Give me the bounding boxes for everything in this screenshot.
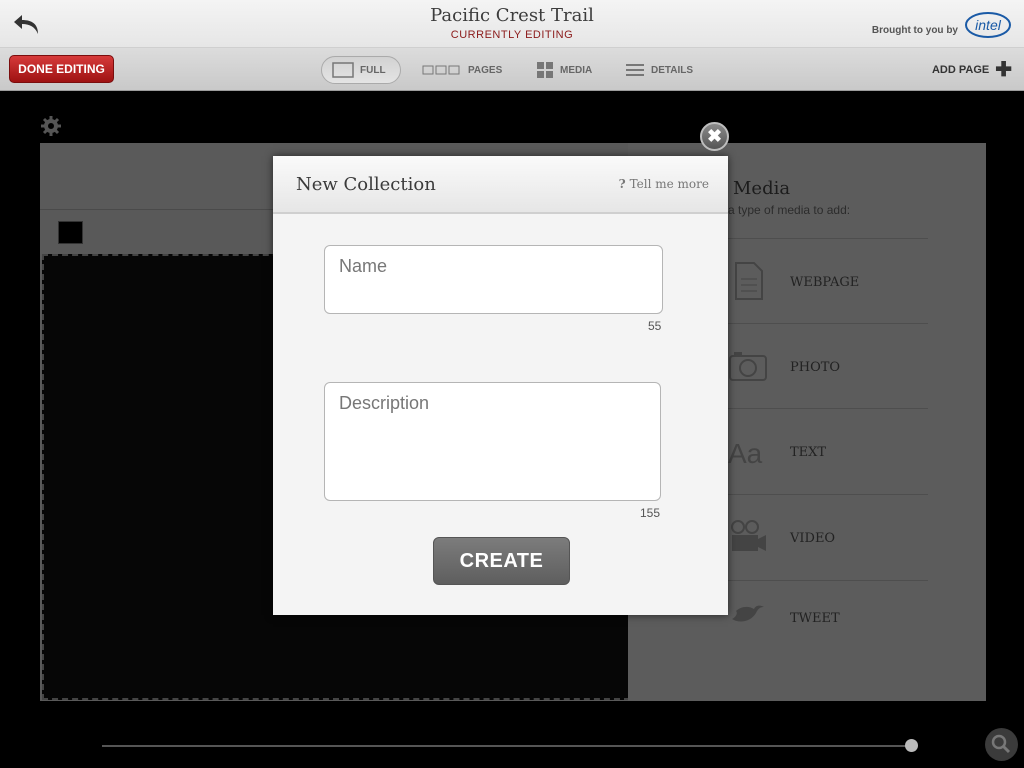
view-full-label: FULL bbox=[360, 64, 386, 76]
video-camera-icon bbox=[731, 520, 766, 551]
intel-logo: intel bbox=[965, 12, 1011, 38]
name-field-wrapper bbox=[324, 245, 663, 314]
tell-me-more-label: Tell me more bbox=[629, 177, 709, 191]
search-icon[interactable] bbox=[985, 728, 1018, 761]
name-char-counter: 55 bbox=[648, 319, 662, 333]
media-item-label: PHOTO bbox=[790, 360, 841, 375]
media-panel-subtitle: a type of media to add: bbox=[728, 203, 851, 217]
gear-icon[interactable] bbox=[41, 116, 61, 136]
full-view-icon bbox=[332, 62, 354, 78]
description-input[interactable] bbox=[325, 383, 660, 500]
zoom-slider-thumb[interactable] bbox=[905, 739, 918, 752]
add-page-label: ADD PAGE bbox=[931, 64, 990, 76]
dialog-header: New Collection ? Tell me more bbox=[273, 156, 728, 214]
view-media-label: MEDIA bbox=[560, 64, 593, 76]
camera-icon bbox=[729, 352, 767, 381]
media-panel-title: Media bbox=[733, 178, 791, 199]
media-item-label: TEXT bbox=[790, 445, 827, 460]
view-full-button[interactable]: FULL bbox=[321, 56, 401, 84]
view-pages-label: PAGES bbox=[468, 64, 503, 76]
svg-text:Aa: Aa bbox=[728, 438, 763, 469]
zoom-slider-track[interactable] bbox=[102, 745, 912, 747]
name-input[interactable] bbox=[325, 246, 662, 313]
media-item-label: TWEET bbox=[790, 611, 840, 626]
media-item-label: VIDEO bbox=[790, 531, 836, 546]
editing-status: CURRENTLY EDITING bbox=[450, 29, 574, 41]
toolbar: DONE EDITING FULL PAGES MEDIA DETAILS AD… bbox=[0, 48, 1024, 91]
details-view-icon bbox=[626, 64, 644, 76]
pages-view-icon bbox=[422, 65, 460, 75]
svg-text:intel: intel bbox=[975, 17, 1002, 33]
view-details-label: DETAILS bbox=[651, 64, 694, 76]
tell-me-more-link[interactable]: ? Tell me more bbox=[619, 177, 709, 191]
media-view-icon bbox=[537, 62, 553, 78]
view-media-button[interactable]: MEDIA bbox=[536, 56, 592, 84]
media-item-label: WEBPAGE bbox=[790, 275, 860, 290]
new-collection-dialog: New Collection ?Tell me more 55 155 CREA… bbox=[273, 156, 728, 615]
plus-icon: ✚ bbox=[995, 59, 1012, 81]
close-icon[interactable]: ✖ bbox=[700, 122, 729, 151]
view-pages-button[interactable]: PAGES bbox=[422, 56, 502, 84]
help-icon: ? bbox=[618, 177, 626, 191]
create-button[interactable]: CREATE bbox=[433, 537, 570, 585]
webpage-icon bbox=[735, 262, 763, 300]
sponsor-text: Brought to you by bbox=[871, 25, 958, 36]
add-page-button[interactable]: ADD PAGE ✚ bbox=[931, 59, 1012, 81]
dialog-title: New Collection bbox=[296, 174, 436, 195]
description-field-wrapper bbox=[324, 382, 661, 501]
background-color-swatch[interactable] bbox=[58, 221, 83, 244]
text-icon: Aa bbox=[728, 438, 763, 469]
page-title: Pacific Crest Trail bbox=[430, 5, 594, 26]
twitter-bird-icon bbox=[732, 605, 764, 622]
description-char-counter: 155 bbox=[640, 506, 661, 520]
done-editing-button[interactable]: DONE EDITING bbox=[9, 55, 114, 83]
top-bar: Pacific Crest Trail CURRENTLY EDITING Br… bbox=[0, 0, 1024, 48]
view-details-button[interactable]: DETAILS bbox=[625, 56, 693, 84]
